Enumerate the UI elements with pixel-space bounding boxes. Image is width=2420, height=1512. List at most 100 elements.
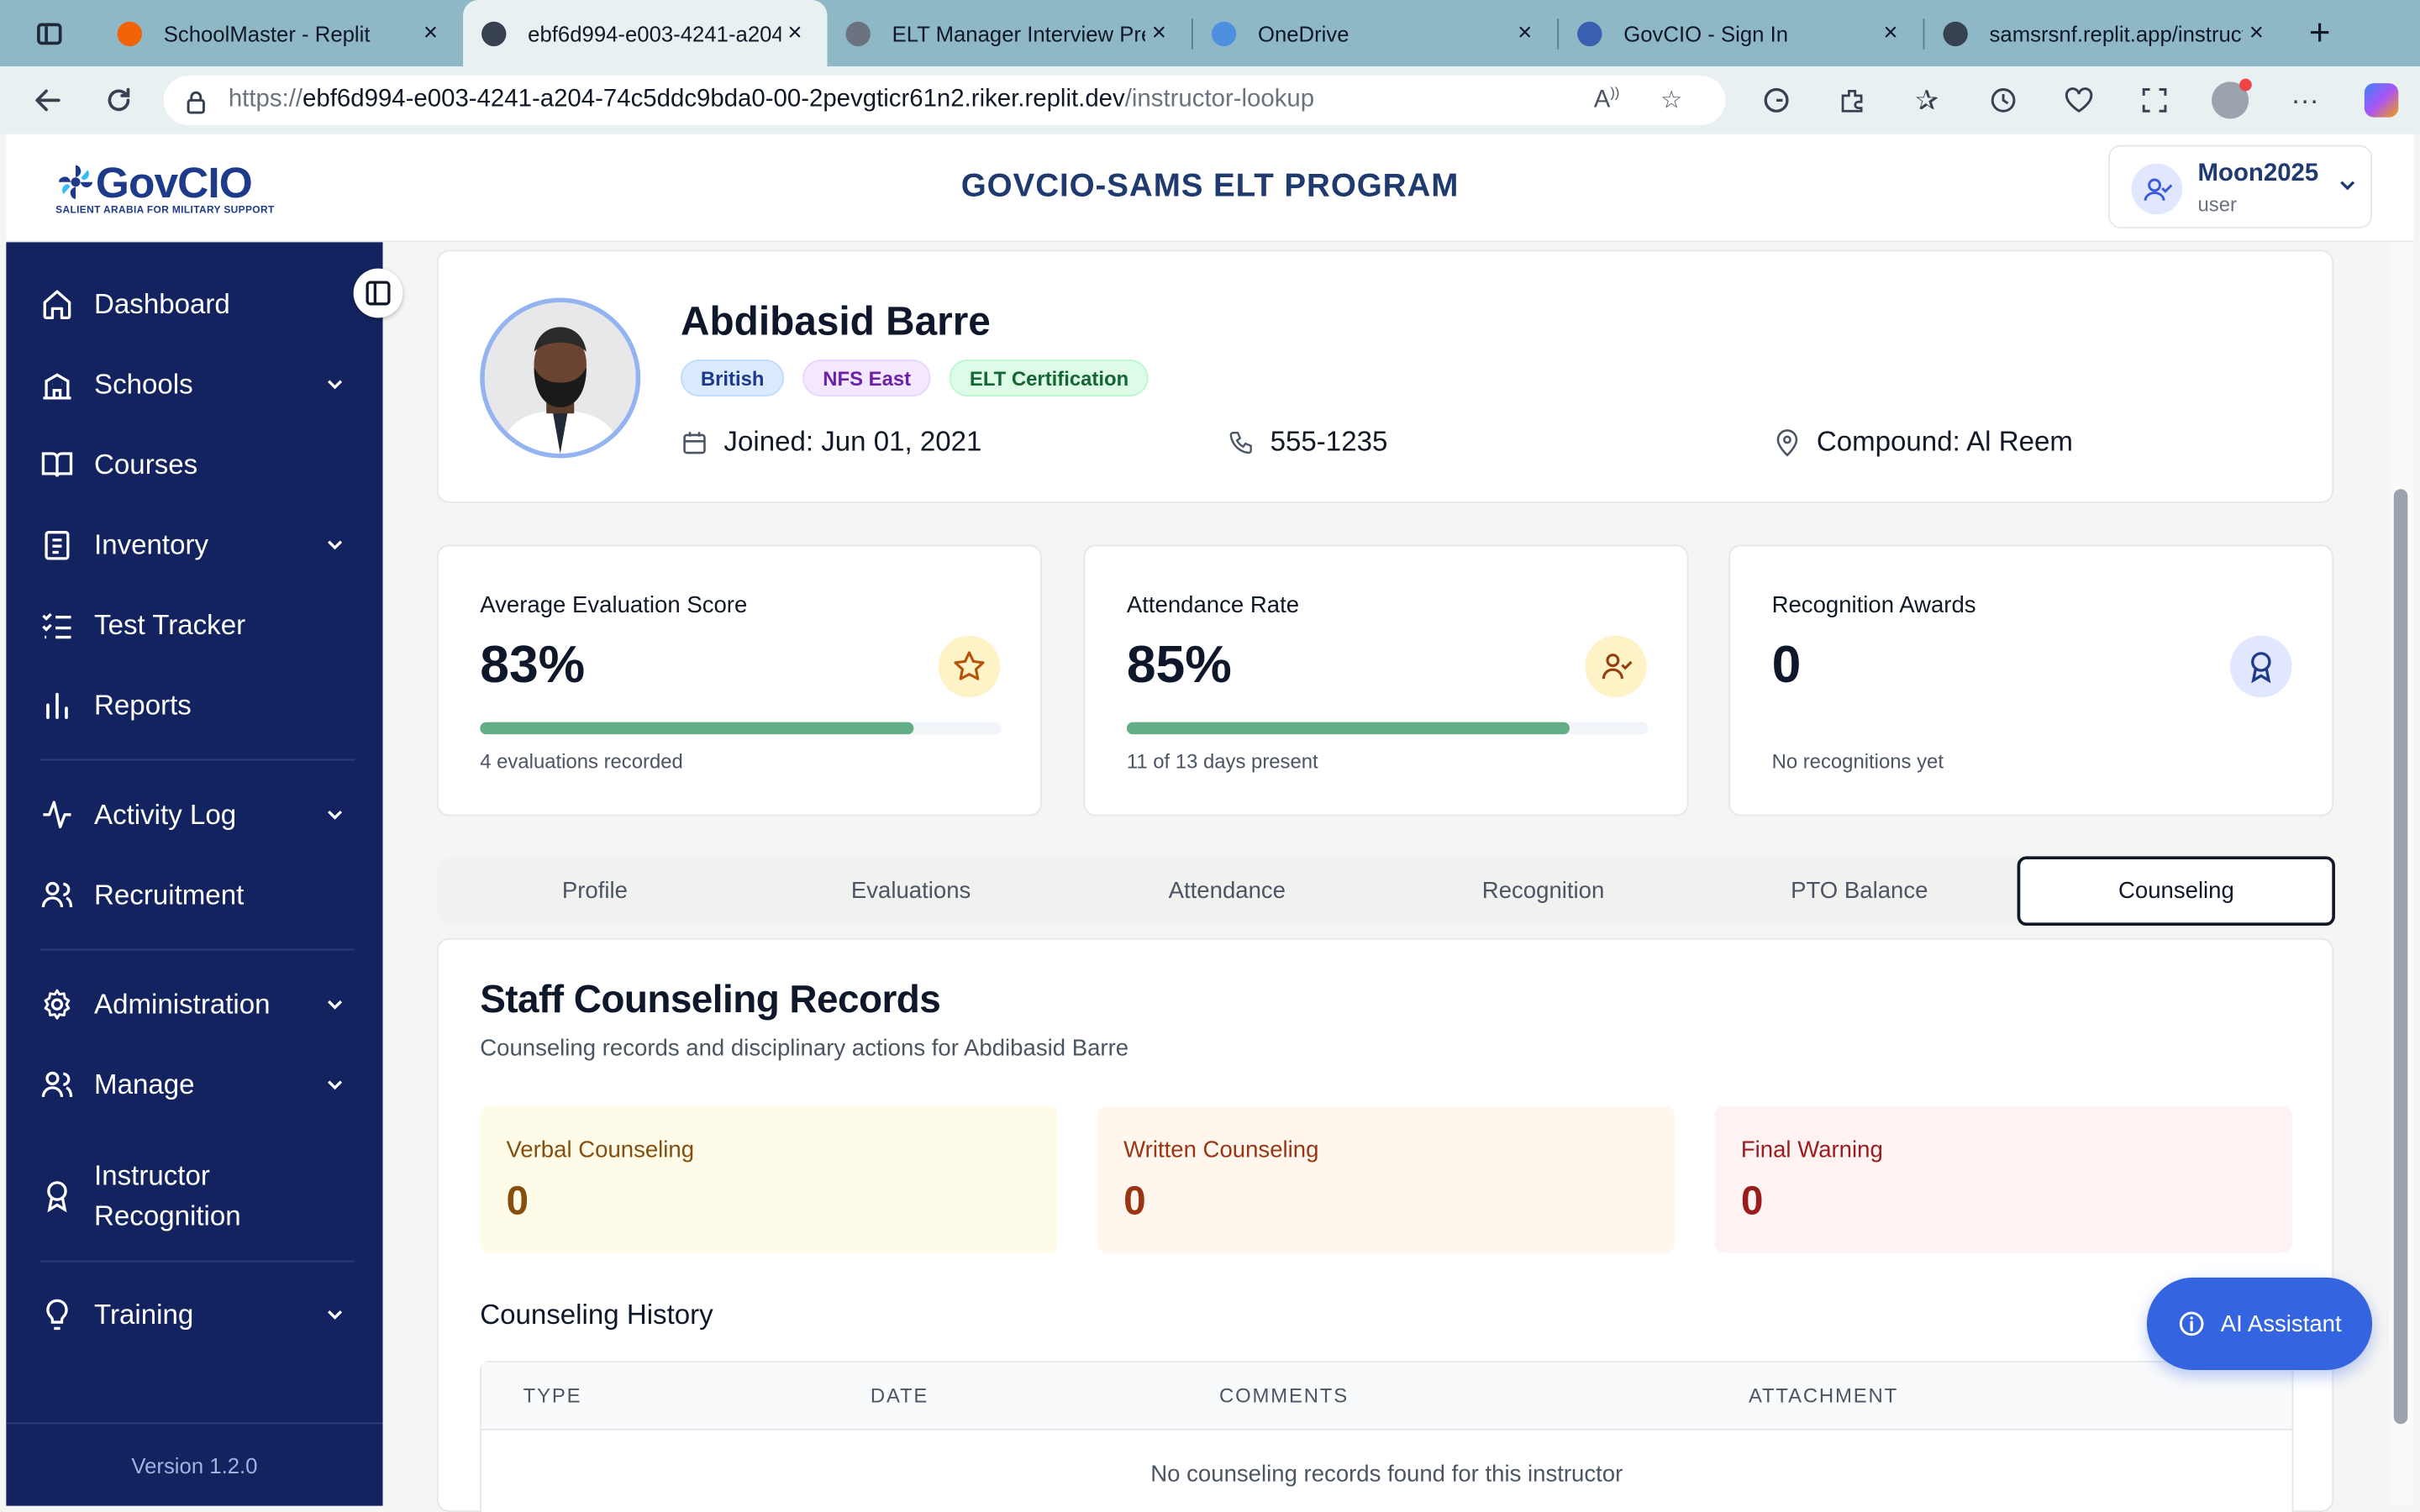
close-tab-icon[interactable]: × (1511, 19, 1539, 47)
tab-evaluations[interactable]: Evaluations (753, 858, 1069, 924)
stat-title: Recognition Awards (1771, 592, 1976, 619)
activity-icon (40, 798, 74, 832)
instructor-avatar (480, 297, 641, 459)
close-tab-icon[interactable]: × (1145, 19, 1173, 47)
sidebar-toggle-icon[interactable] (0, 0, 99, 66)
counseling-history-table: TYPE DATE COMMENTS ATTACHMENT No counseling… (480, 1361, 2294, 1512)
info-icon (2179, 1311, 2204, 1336)
read-aloud-icon[interactable]: A)) (1574, 86, 1639, 116)
column-header: COMMENTS (1219, 1383, 1349, 1408)
extensions-icon[interactable] (1813, 87, 1889, 114)
book-icon (40, 448, 74, 481)
award-icon (2230, 635, 2292, 698)
favorite-star-icon[interactable]: ☆ (1639, 85, 1704, 116)
performance-icon[interactable] (2040, 87, 2116, 114)
browser-tab-title: ebf6d994-e003-4241-a204 (528, 20, 781, 46)
close-tab-icon[interactable]: × (1876, 19, 1904, 47)
chevron-down-icon (324, 804, 346, 826)
browser-tab[interactable]: samsrsnf.replit.app/instruct × (1924, 0, 2288, 66)
counseling-card: Staff Counseling Records Counseling reco… (436, 937, 2334, 1512)
counseling-box-label: Final Warning (1740, 1137, 1883, 1163)
page-scrollbar[interactable] (2389, 242, 2414, 1506)
clipboard-icon (40, 528, 74, 561)
chevron-down-icon (324, 994, 346, 1016)
address-bar[interactable]: https://ebf6d994-e003-4241-a204-74c5ddc9… (163, 76, 1726, 125)
sidebar-divider (39, 948, 355, 951)
ai-assistant-button[interactable]: AI Assistant (2146, 1277, 2373, 1371)
sidebar-item-dashboard[interactable]: Dashboard (6, 273, 382, 334)
calendar-icon (681, 428, 708, 456)
counseling-box-label: Verbal Counseling (506, 1137, 695, 1163)
sidebar-item-label: Instructor Recognition (94, 1160, 241, 1231)
sidebar-item-training[interactable]: Training (6, 1284, 382, 1345)
history-icon[interactable] (1965, 87, 2040, 114)
app-title: GOVCIO-SAMS ELT PROGRAM (960, 168, 1460, 204)
close-tab-icon[interactable]: × (417, 19, 445, 47)
user-menu-button[interactable]: Moon2025 user (2107, 144, 2373, 228)
sidebar-item-activity-log[interactable]: Activity Log (6, 784, 382, 845)
chevron-down-icon (2340, 181, 2355, 191)
bar-chart-icon (40, 688, 74, 722)
sidebar-divider (39, 1260, 355, 1263)
copilot-icon[interactable] (2343, 83, 2418, 118)
browser-tab[interactable]: OneDrive × (1193, 0, 1557, 66)
users-icon (40, 1068, 74, 1101)
tab-counseling[interactable]: Counseling (2017, 856, 2335, 927)
scrollbar-thumb[interactable] (2393, 489, 2408, 1425)
sidebar-item-label: Activity Log (94, 799, 237, 831)
grammarly-icon[interactable] (1738, 87, 1813, 114)
tab-profile[interactable]: Profile (437, 858, 753, 924)
collapse-sidebar-button[interactable] (353, 268, 403, 318)
star-icon (938, 635, 1001, 698)
home-icon (40, 287, 74, 321)
sidebar-item-inventory[interactable]: Inventory (6, 514, 382, 575)
favorites-icon[interactable]: ✰ (1889, 84, 1965, 117)
screenshot-icon[interactable] (2116, 87, 2191, 114)
joined-date: Joined: Jun 01, 2021 (681, 426, 981, 459)
tab-pto-balance[interactable]: PTO Balance (1702, 858, 2018, 924)
new-tab-button[interactable]: + (2289, 0, 2350, 66)
browser-tab[interactable]: ELT Manager Interview Prep × (827, 0, 1191, 66)
phone-icon (1227, 428, 1255, 456)
url-host: ebf6d994-e003-4241-a204-74c5ddc9bda0-00-… (302, 86, 1125, 113)
url-prefix: https:// (228, 86, 303, 113)
sidebar-item-courses[interactable]: Courses (6, 433, 382, 495)
stat-card-recognition-awards: Recognition Awards 0 No recognitions yet (1728, 544, 2334, 816)
sidebar-item-recruitment[interactable]: Recruitment (6, 864, 382, 926)
close-tab-icon[interactable]: × (781, 19, 808, 47)
sidebar-item-reports[interactable]: Reports (6, 675, 382, 736)
browser-tab[interactable]: SchoolMaster - Replit × (99, 0, 463, 66)
tab-favicon-icon (1211, 20, 1237, 46)
table-header: TYPE DATE COMMENTS ATTACHMENT (481, 1362, 2292, 1431)
stat-value: 0 (1771, 635, 1802, 695)
profile-avatar-icon[interactable] (2191, 78, 2267, 119)
more-options-icon[interactable]: ··· (2267, 84, 2343, 117)
user-role: user (2197, 192, 2237, 217)
back-icon[interactable] (13, 85, 83, 116)
browser-tab[interactable]: ebf6d994-e003-4241-a204 × (463, 0, 828, 66)
browser-tab-bar: SchoolMaster - Replit × ebf6d994-e003-4241… (0, 0, 2420, 66)
url-path: /instructor-lookup (1124, 86, 1315, 113)
counseling-box-count: 0 (1123, 1177, 1146, 1224)
counseling-box-count: 0 (1740, 1177, 1764, 1224)
sidebar-item-test-tracker[interactable]: Test Tracker (6, 594, 382, 655)
close-tab-icon[interactable]: × (2243, 19, 2270, 47)
column-header: TYPE (523, 1383, 582, 1408)
sidebar-item-instructor-recognition[interactable]: Instructor Recognition (6, 1156, 382, 1236)
sidebar-item-schools[interactable]: Schools (6, 354, 382, 415)
tab-favicon-icon (1943, 20, 1968, 46)
column-header: ATTACHMENT (1749, 1383, 1899, 1408)
reload-icon[interactable] (83, 85, 154, 116)
tab-recognition[interactable]: Recognition (1385, 858, 1701, 924)
tab-attendance[interactable]: Attendance (1069, 858, 1385, 924)
browser-tab[interactable]: GovCIO - Sign In × (1559, 0, 1923, 66)
checklist-icon (40, 608, 74, 642)
sidebar-item-manage[interactable]: Manage (6, 1053, 382, 1115)
gear-icon (40, 988, 74, 1021)
sidebar-item-label: Administration (94, 989, 271, 1021)
browser-tab-title: OneDrive (1257, 20, 1349, 46)
sidebar-item-administration[interactable]: Administration (6, 974, 382, 1035)
panel-left-icon (366, 281, 391, 306)
tab-favicon-icon (1577, 20, 1602, 46)
stat-title: Attendance Rate (1126, 592, 1300, 619)
